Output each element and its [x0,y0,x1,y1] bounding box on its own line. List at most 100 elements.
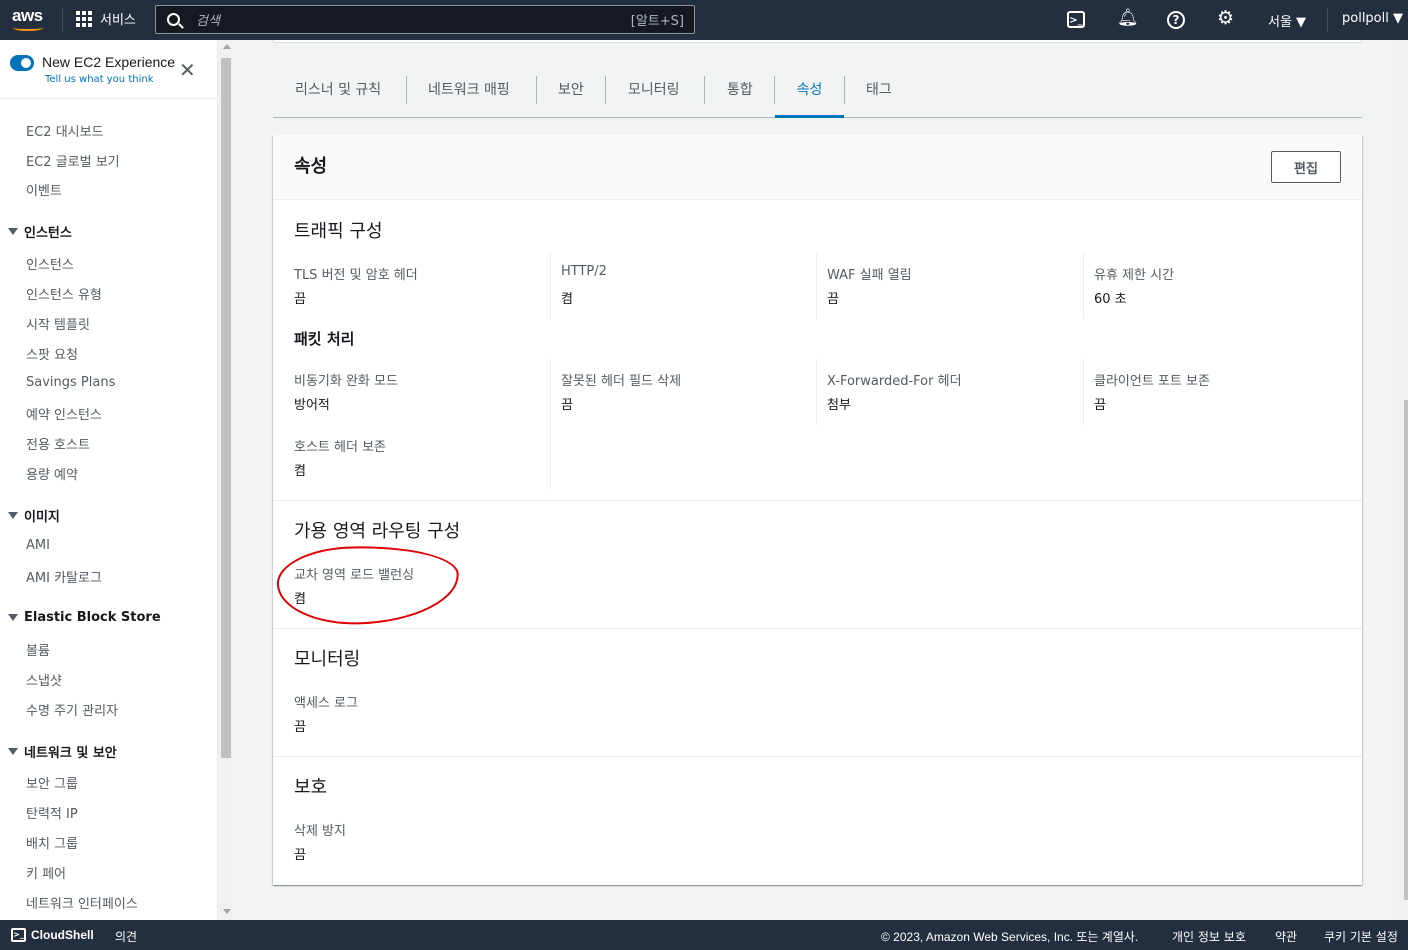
panel-header: 속성 편집 [273,135,1362,200]
new-experience-toggle[interactable] [10,55,34,71]
attributes-panel: 속성 편집 트래픽 구성 TLS 버전 및 암호 헤더 끔 HTTP/2 켬 W… [273,135,1362,885]
sidebar-item-snapshots[interactable]: 스냅샷 [26,670,62,689]
tab-security[interactable]: 보안 [558,60,584,117]
edit-button[interactable]: 편집 [1271,151,1341,183]
sidebar-item-placement-groups[interactable]: 배치 그룹 [26,833,78,852]
attr-label: 교차 영역 로드 밸런싱 [294,568,415,583]
sidebar-item-instances[interactable]: 인스턴스 [26,254,74,273]
sidebar-item-ami[interactable]: AMI [26,538,50,553]
attr-label: 클라이언트 포트 보존 [1094,374,1210,389]
scroll-down-icon[interactable] [223,909,231,914]
section-title: 네트워크 및 보안 [24,746,117,761]
copyright: © 2023, Amazon Web Services, Inc. 또는 계열사… [881,930,1139,944]
sidebar-item-dedicated-hosts[interactable]: 전용 호스트 [26,434,90,453]
attr-value: 끔 [1094,398,1106,413]
sidebar-section-ebs[interactable]: Elastic Block Store [8,610,161,625]
attr-label: 삭제 방지 [294,824,346,839]
sidebar-item-lifecycle-manager[interactable]: 수명 주기 관리자 [26,700,118,719]
new-experience-title: New EC2 Experience [42,54,176,70]
new-experience-header: New EC2 Experience Tell us what you thin… [0,40,217,99]
sidebar: New EC2 Experience Tell us what you thin… [0,40,217,920]
sidebar-item-ec2-dashboard[interactable]: EC2 대시보드 [26,121,104,140]
scrollbar-thumb[interactable] [1404,400,1408,900]
sidebar-item-ec2-global-view[interactable]: EC2 글로벌 보기 [26,151,120,170]
cloudshell-link[interactable]: CloudShell [31,928,94,942]
section-title-az-routing: 가용 영역 라우팅 구성 [294,521,461,542]
feedback-link[interactable]: 의견 [115,928,137,945]
sidebar-item-reserved-instances[interactable]: 예약 인스턴스 [26,404,102,423]
account-menu[interactable]: pollpoll ▼ [1342,11,1403,26]
main-scrollbar[interactable] [1391,40,1408,920]
tab-network-mapping[interactable]: 네트워크 매핑 [428,60,510,117]
attr-label: 잘못된 헤더 필드 삭제 [561,374,682,389]
attr-value: 방어적 [294,398,330,413]
tab-integrations[interactable]: 통합 [727,60,753,117]
sidebar-item-key-pairs[interactable]: 키 페어 [26,863,66,882]
tab-listeners-rules[interactable]: 리스너 및 규칙 [295,60,381,117]
previous-panel-edge [273,40,1362,43]
sidebar-item-savings-plans[interactable]: Savings Plans [26,375,115,390]
attr-value: 끔 [561,398,573,413]
sidebar-item-network-interfaces[interactable]: 네트워크 인터페이스 [26,893,138,912]
divider [844,76,845,104]
close-icon[interactable]: ✕ [179,60,196,80]
section-title: 인스턴스 [24,226,72,241]
divider [1327,8,1328,32]
help-icon[interactable]: ? [1167,11,1185,29]
attr-value: 켬 [294,464,306,479]
terms-link[interactable]: 약관 [1275,928,1297,945]
search-input[interactable]: 검색 [알트+S] [155,5,695,34]
sidebar-item-ami-catalog[interactable]: AMI 카탈로그 [26,567,102,586]
sidebar-item-launch-templates[interactable]: 시작 템플릿 [26,314,90,333]
sidebar-section-images[interactable]: 이미지 [8,506,60,525]
divider [62,8,63,32]
search-icon [167,13,180,26]
sidebar-item-instance-types[interactable]: 인스턴스 유형 [26,284,102,303]
divider [704,76,705,104]
sidebar-section-instances[interactable]: 인스턴스 [8,222,72,241]
column-divider [550,253,551,319]
section-divider [273,756,1362,757]
scrollbar-thumb[interactable] [221,58,231,758]
settings-gear-icon[interactable]: ⚙ [1217,7,1237,29]
tab-tags[interactable]: 태그 [866,60,892,117]
attr-value: 끔 [294,720,306,735]
tab-monitoring[interactable]: 모니터링 [628,60,680,117]
attr-label: X-Forwarded-For 헤더 [827,374,962,389]
cloudshell-icon[interactable]: >_ [1067,11,1085,28]
column-divider [1083,359,1084,425]
services-menu-button[interactable]: 서비스 [76,9,136,28]
attr-value: 켬 [294,592,306,607]
aws-logo[interactable]: aws [12,6,48,32]
privacy-link[interactable]: 개인 정보 보호 [1172,928,1246,945]
cloudshell-icon[interactable]: >_ [11,928,26,942]
sidebar-item-events[interactable]: 이벤트 [26,180,62,199]
feedback-link[interactable]: Tell us what you think [45,74,154,85]
caret-down-icon [8,512,18,519]
aws-smile-icon [13,25,43,31]
scroll-up-icon[interactable] [223,44,231,49]
section-divider [273,500,1362,501]
region-selector[interactable]: 서울 ▼ [1268,11,1306,30]
sidebar-section-network-security[interactable]: 네트워크 및 보안 [8,742,117,761]
detail-tabs: 리스너 및 규칙 네트워크 매핑 보안 모니터링 통합 속성 태그 [273,60,1362,118]
column-divider [550,359,551,489]
attr-value: 켬 [561,292,573,307]
sidebar-scrollbar[interactable] [217,40,234,920]
sidebar-item-elastic-ips[interactable]: 탄력적 IP [26,803,78,822]
sidebar-item-capacity-reservations[interactable]: 용량 예약 [26,464,78,483]
sidebar-item-security-groups[interactable]: 보안 그룹 [26,773,78,792]
section-title: 이미지 [24,510,60,525]
divider [406,76,407,104]
attr-label: 액세스 로그 [294,696,358,711]
grid-icon [76,10,92,27]
notifications-bell-icon[interactable]: 🔔︎ [1117,8,1139,28]
column-divider [816,253,817,319]
sidebar-item-volumes[interactable]: 볼륨 [26,640,50,659]
caret-down-icon [8,748,18,755]
tab-attributes[interactable]: 속성 [775,60,844,118]
sidebar-item-spot-requests[interactable]: 스팟 요청 [26,344,78,363]
search-shortcut: [알트+S] [630,14,684,29]
cookie-preferences-link[interactable]: 쿠키 기본 설정 [1324,928,1398,945]
attr-label: TLS 버전 및 암호 헤더 [294,268,418,283]
